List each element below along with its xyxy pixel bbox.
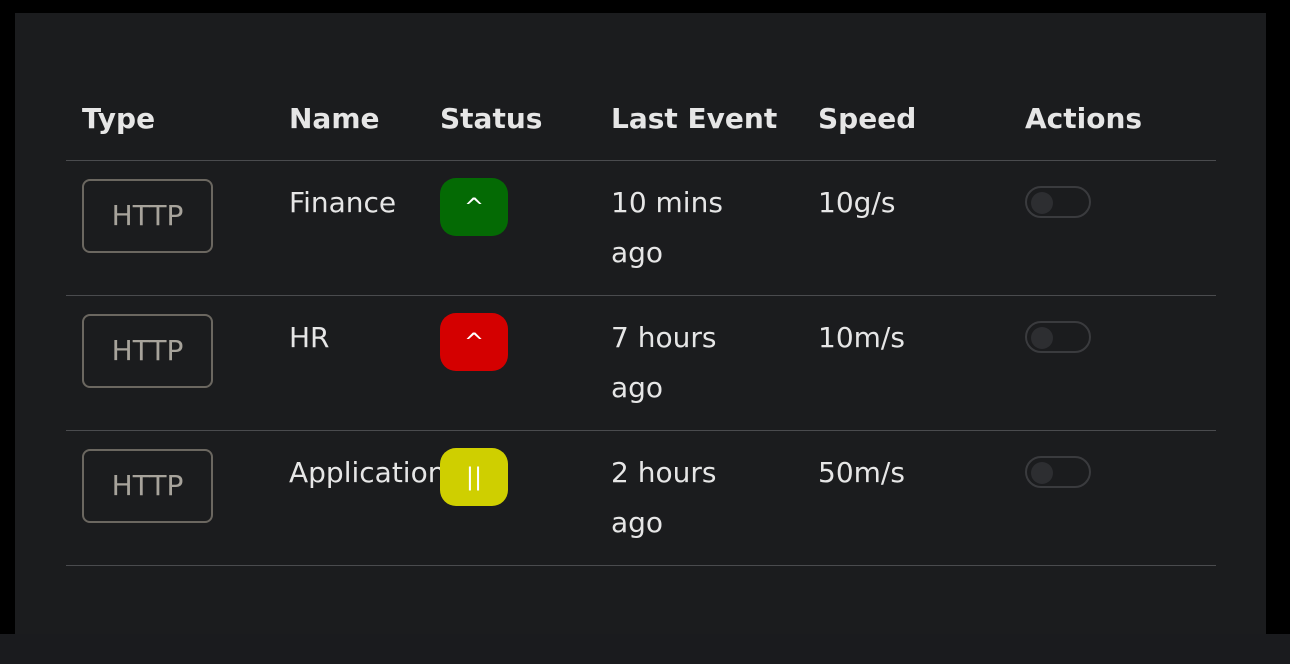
monitors-table: Type Name Status Last Event Speed Action… (66, 76, 1216, 566)
table-row: HTTP Application || 2 hours ago 50m/s (66, 430, 1216, 566)
table-row: HTTP Finance ^ 10 mins ago 10g/s (66, 160, 1216, 296)
type-cell: HTTP (66, 430, 273, 566)
name-cell: Application (273, 430, 445, 566)
toggle-knob (1031, 327, 1053, 349)
last-event-text: 2 hours (611, 456, 717, 489)
type-button[interactable]: HTTP (82, 449, 213, 523)
actions-cell (1009, 295, 1216, 431)
speed-cell: 10m/s (802, 295, 1009, 431)
toggle-knob (1031, 462, 1053, 484)
monitor-name: Application (289, 456, 446, 489)
enable-toggle[interactable] (1025, 186, 1091, 218)
last-event-cell: 7 hours ago (595, 295, 802, 431)
status-cell: ^ (424, 295, 595, 431)
type-button[interactable]: HTTP (82, 179, 213, 253)
toggle-knob (1031, 192, 1053, 214)
status-badge: ^ (440, 178, 508, 236)
enable-toggle[interactable] (1025, 321, 1091, 353)
type-cell: HTTP (66, 160, 273, 296)
actions-cell (1009, 160, 1216, 296)
header-type: Type (66, 76, 273, 161)
speed-cell: 50m/s (802, 430, 1009, 566)
last-event-text-suffix: ago (611, 371, 664, 404)
header-name: Name (273, 76, 424, 161)
last-event-cell: 2 hours ago (595, 430, 802, 566)
status-badge: ^ (440, 313, 508, 371)
actions-cell (1009, 430, 1216, 566)
type-button[interactable]: HTTP (82, 314, 213, 388)
monitor-name: Finance (289, 186, 397, 219)
header-actions: Actions (1009, 76, 1216, 161)
header-status: Status (424, 76, 595, 161)
speed-value: 50m/s (818, 456, 905, 489)
table-header-row: Type Name Status Last Event Speed Action… (66, 76, 1216, 161)
speed-value: 10m/s (818, 321, 905, 354)
monitor-name: HR (289, 321, 330, 354)
enable-toggle[interactable] (1025, 456, 1091, 488)
name-cell: Finance (273, 160, 424, 296)
status-cell: ^ (424, 160, 595, 296)
status-cell: || (424, 430, 595, 566)
last-event-text-suffix: ago (611, 506, 664, 539)
last-event-cell: 10 mins ago (595, 160, 802, 296)
type-cell: HTTP (66, 295, 273, 431)
status-badge: || (440, 448, 508, 506)
table-row: HTTP HR ^ 7 hours ago 10m/s (66, 295, 1216, 431)
header-last-event: Last Event (595, 76, 802, 161)
header-speed: Speed (802, 76, 1009, 161)
last-event-text: 7 hours (611, 321, 717, 354)
last-event-text-suffix: ago (611, 236, 664, 269)
speed-value: 10g/s (818, 186, 896, 219)
monitor-panel: Type Name Status Last Event Speed Action… (15, 13, 1266, 634)
bottom-strip (0, 634, 1290, 664)
last-event-text: 10 mins (611, 186, 723, 219)
speed-cell: 10g/s (802, 160, 1009, 296)
name-cell: HR (273, 295, 424, 431)
